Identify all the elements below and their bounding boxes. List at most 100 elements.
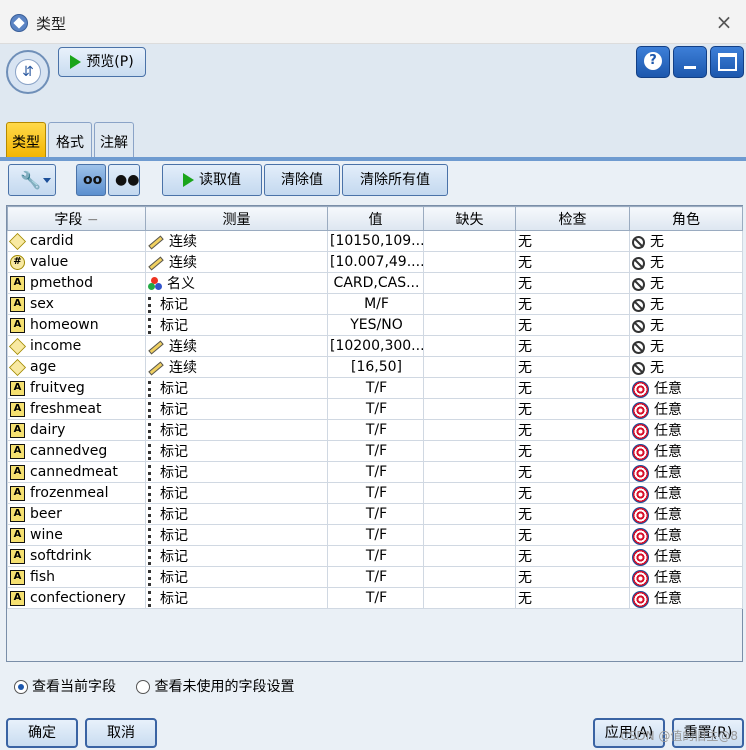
field-cell[interactable]: Abeer — [7, 503, 146, 525]
tools-dropdown-button[interactable]: 🔧 — [8, 164, 56, 196]
view-fields-button[interactable]: oo — [76, 164, 106, 196]
field-cell[interactable]: Acannedmeat — [7, 461, 146, 483]
table-row[interactable]: Abeer 标记 T/F 无任意 — [7, 503, 743, 525]
missing-cell[interactable] — [423, 335, 516, 357]
check-cell[interactable]: 无 — [515, 356, 630, 378]
field-cell[interactable]: Afreshmeat — [7, 398, 146, 420]
missing-cell[interactable] — [423, 587, 516, 609]
missing-cell[interactable] — [423, 272, 516, 294]
table-row[interactable]: Awine 标记 T/F 无任意 — [7, 524, 743, 546]
check-cell[interactable]: 无 — [515, 524, 630, 546]
tab-annotation[interactable]: 注解 — [94, 122, 134, 158]
table-row[interactable]: Apmethod 名义 CARD,CAS... 无无 — [7, 272, 743, 294]
column-header-check[interactable]: 检查 — [515, 206, 630, 231]
role-cell[interactable]: 无 — [629, 230, 743, 252]
hide-fields-button[interactable]: ●● — [108, 164, 140, 196]
measure-cell[interactable]: 连续 — [145, 356, 328, 378]
value-cell[interactable]: CARD,CAS... — [327, 272, 424, 294]
missing-cell[interactable] — [423, 482, 516, 504]
table-row[interactable]: age 连续 [16,50] 无无 — [7, 356, 743, 378]
role-cell[interactable]: 任意 — [629, 482, 743, 504]
field-cell[interactable]: Adairy — [7, 419, 146, 441]
missing-cell[interactable] — [423, 524, 516, 546]
column-header-value[interactable]: 值 — [327, 206, 424, 231]
radio-unselected-icon[interactable] — [136, 680, 151, 694]
field-cell[interactable]: Afrozenmeal — [7, 482, 146, 504]
table-row[interactable]: Afruitveg 标记 T/F 无任意 — [7, 377, 743, 399]
table-row[interactable]: Adairy 标记 T/F 无任意 — [7, 419, 743, 441]
missing-cell[interactable] — [423, 440, 516, 462]
view-current-fields-option[interactable]: 查看当前字段 — [14, 676, 116, 696]
column-header-field[interactable]: 字段 − — [7, 206, 146, 231]
table-row[interactable]: Acannedveg 标记 T/F 无任意 — [7, 440, 743, 462]
role-cell[interactable]: 无 — [629, 335, 743, 357]
view-unused-fields-option[interactable]: 查看未使用的字段设置 — [136, 676, 294, 696]
value-cell[interactable]: T/F — [327, 524, 424, 546]
role-cell[interactable]: 任意 — [629, 461, 743, 483]
check-cell[interactable]: 无 — [515, 545, 630, 567]
measure-cell[interactable]: 连续 — [145, 230, 328, 252]
missing-cell[interactable] — [423, 356, 516, 378]
field-cell[interactable]: Asoftdrink — [7, 545, 146, 567]
check-cell[interactable]: 无 — [515, 587, 630, 609]
value-cell[interactable]: T/F — [327, 398, 424, 420]
role-cell[interactable]: 无 — [629, 272, 743, 294]
check-cell[interactable]: 无 — [515, 482, 630, 504]
role-cell[interactable]: 任意 — [629, 566, 743, 588]
measure-cell[interactable]: 标记 — [145, 503, 328, 525]
missing-cell[interactable] — [423, 230, 516, 252]
measure-cell[interactable]: 标记 — [145, 524, 328, 546]
check-cell[interactable]: 无 — [515, 272, 630, 294]
check-cell[interactable]: 无 — [515, 314, 630, 336]
missing-cell[interactable] — [423, 293, 516, 315]
cancel-button[interactable]: 取消 — [85, 718, 157, 748]
field-cell[interactable]: Afruitveg — [7, 377, 146, 399]
check-cell[interactable]: 无 — [515, 251, 630, 273]
measure-cell[interactable]: 名义 — [145, 272, 328, 294]
field-cell[interactable]: cardid — [7, 230, 146, 252]
measure-cell[interactable]: 连续 — [145, 335, 328, 357]
check-cell[interactable]: 无 — [515, 335, 630, 357]
field-cell[interactable]: Apmethod — [7, 272, 146, 294]
column-header-measure[interactable]: 测量 — [145, 206, 328, 231]
field-cell[interactable]: Aconfectionery — [7, 587, 146, 609]
measure-cell[interactable]: 标记 — [145, 566, 328, 588]
column-header-missing[interactable]: 缺失 — [423, 206, 516, 231]
table-row[interactable]: income 连续 [10200,300... 无无 — [7, 335, 743, 357]
role-cell[interactable]: 任意 — [629, 503, 743, 525]
value-cell[interactable]: T/F — [327, 419, 424, 441]
field-cell[interactable]: Ahomeown — [7, 314, 146, 336]
tab-format[interactable]: 格式 — [48, 122, 92, 158]
measure-cell[interactable]: 标记 — [145, 461, 328, 483]
maximize-button[interactable] — [710, 46, 744, 78]
read-values-button[interactable]: 读取值 — [162, 164, 262, 196]
missing-cell[interactable] — [423, 251, 516, 273]
table-row[interactable]: Aconfectionery 标记 T/F 无任意 — [7, 587, 743, 609]
field-cell[interactable]: # value — [7, 251, 146, 273]
measure-cell[interactable]: 标记 — [145, 482, 328, 504]
role-cell[interactable]: 任意 — [629, 419, 743, 441]
table-row[interactable]: cardid 连续 [10150,109... 无无 — [7, 230, 743, 252]
role-cell[interactable]: 任意 — [629, 377, 743, 399]
missing-cell[interactable] — [423, 398, 516, 420]
measure-cell[interactable]: 连续 — [145, 251, 328, 273]
measure-cell[interactable]: 标记 — [145, 440, 328, 462]
check-cell[interactable]: 无 — [515, 230, 630, 252]
help-button[interactable]: ? — [636, 46, 670, 78]
table-row[interactable]: # value 连续 [10.007,49.... 无无 — [7, 251, 743, 273]
missing-cell[interactable] — [423, 566, 516, 588]
clear-all-values-button[interactable]: 清除所有值 — [342, 164, 448, 196]
missing-cell[interactable] — [423, 545, 516, 567]
table-row[interactable]: Afreshmeat 标记 T/F 无任意 — [7, 398, 743, 420]
missing-cell[interactable] — [423, 377, 516, 399]
tab-type[interactable]: 类型 — [6, 122, 46, 158]
table-row[interactable]: Afrozenmeal 标记 T/F 无任意 — [7, 482, 743, 504]
value-cell[interactable]: T/F — [327, 503, 424, 525]
close-icon[interactable]: × — [712, 10, 736, 34]
value-cell[interactable]: T/F — [327, 545, 424, 567]
missing-cell[interactable] — [423, 503, 516, 525]
value-cell[interactable]: [16,50] — [327, 356, 424, 378]
role-cell[interactable]: 无 — [629, 314, 743, 336]
role-cell[interactable]: 任意 — [629, 524, 743, 546]
role-cell[interactable]: 任意 — [629, 440, 743, 462]
